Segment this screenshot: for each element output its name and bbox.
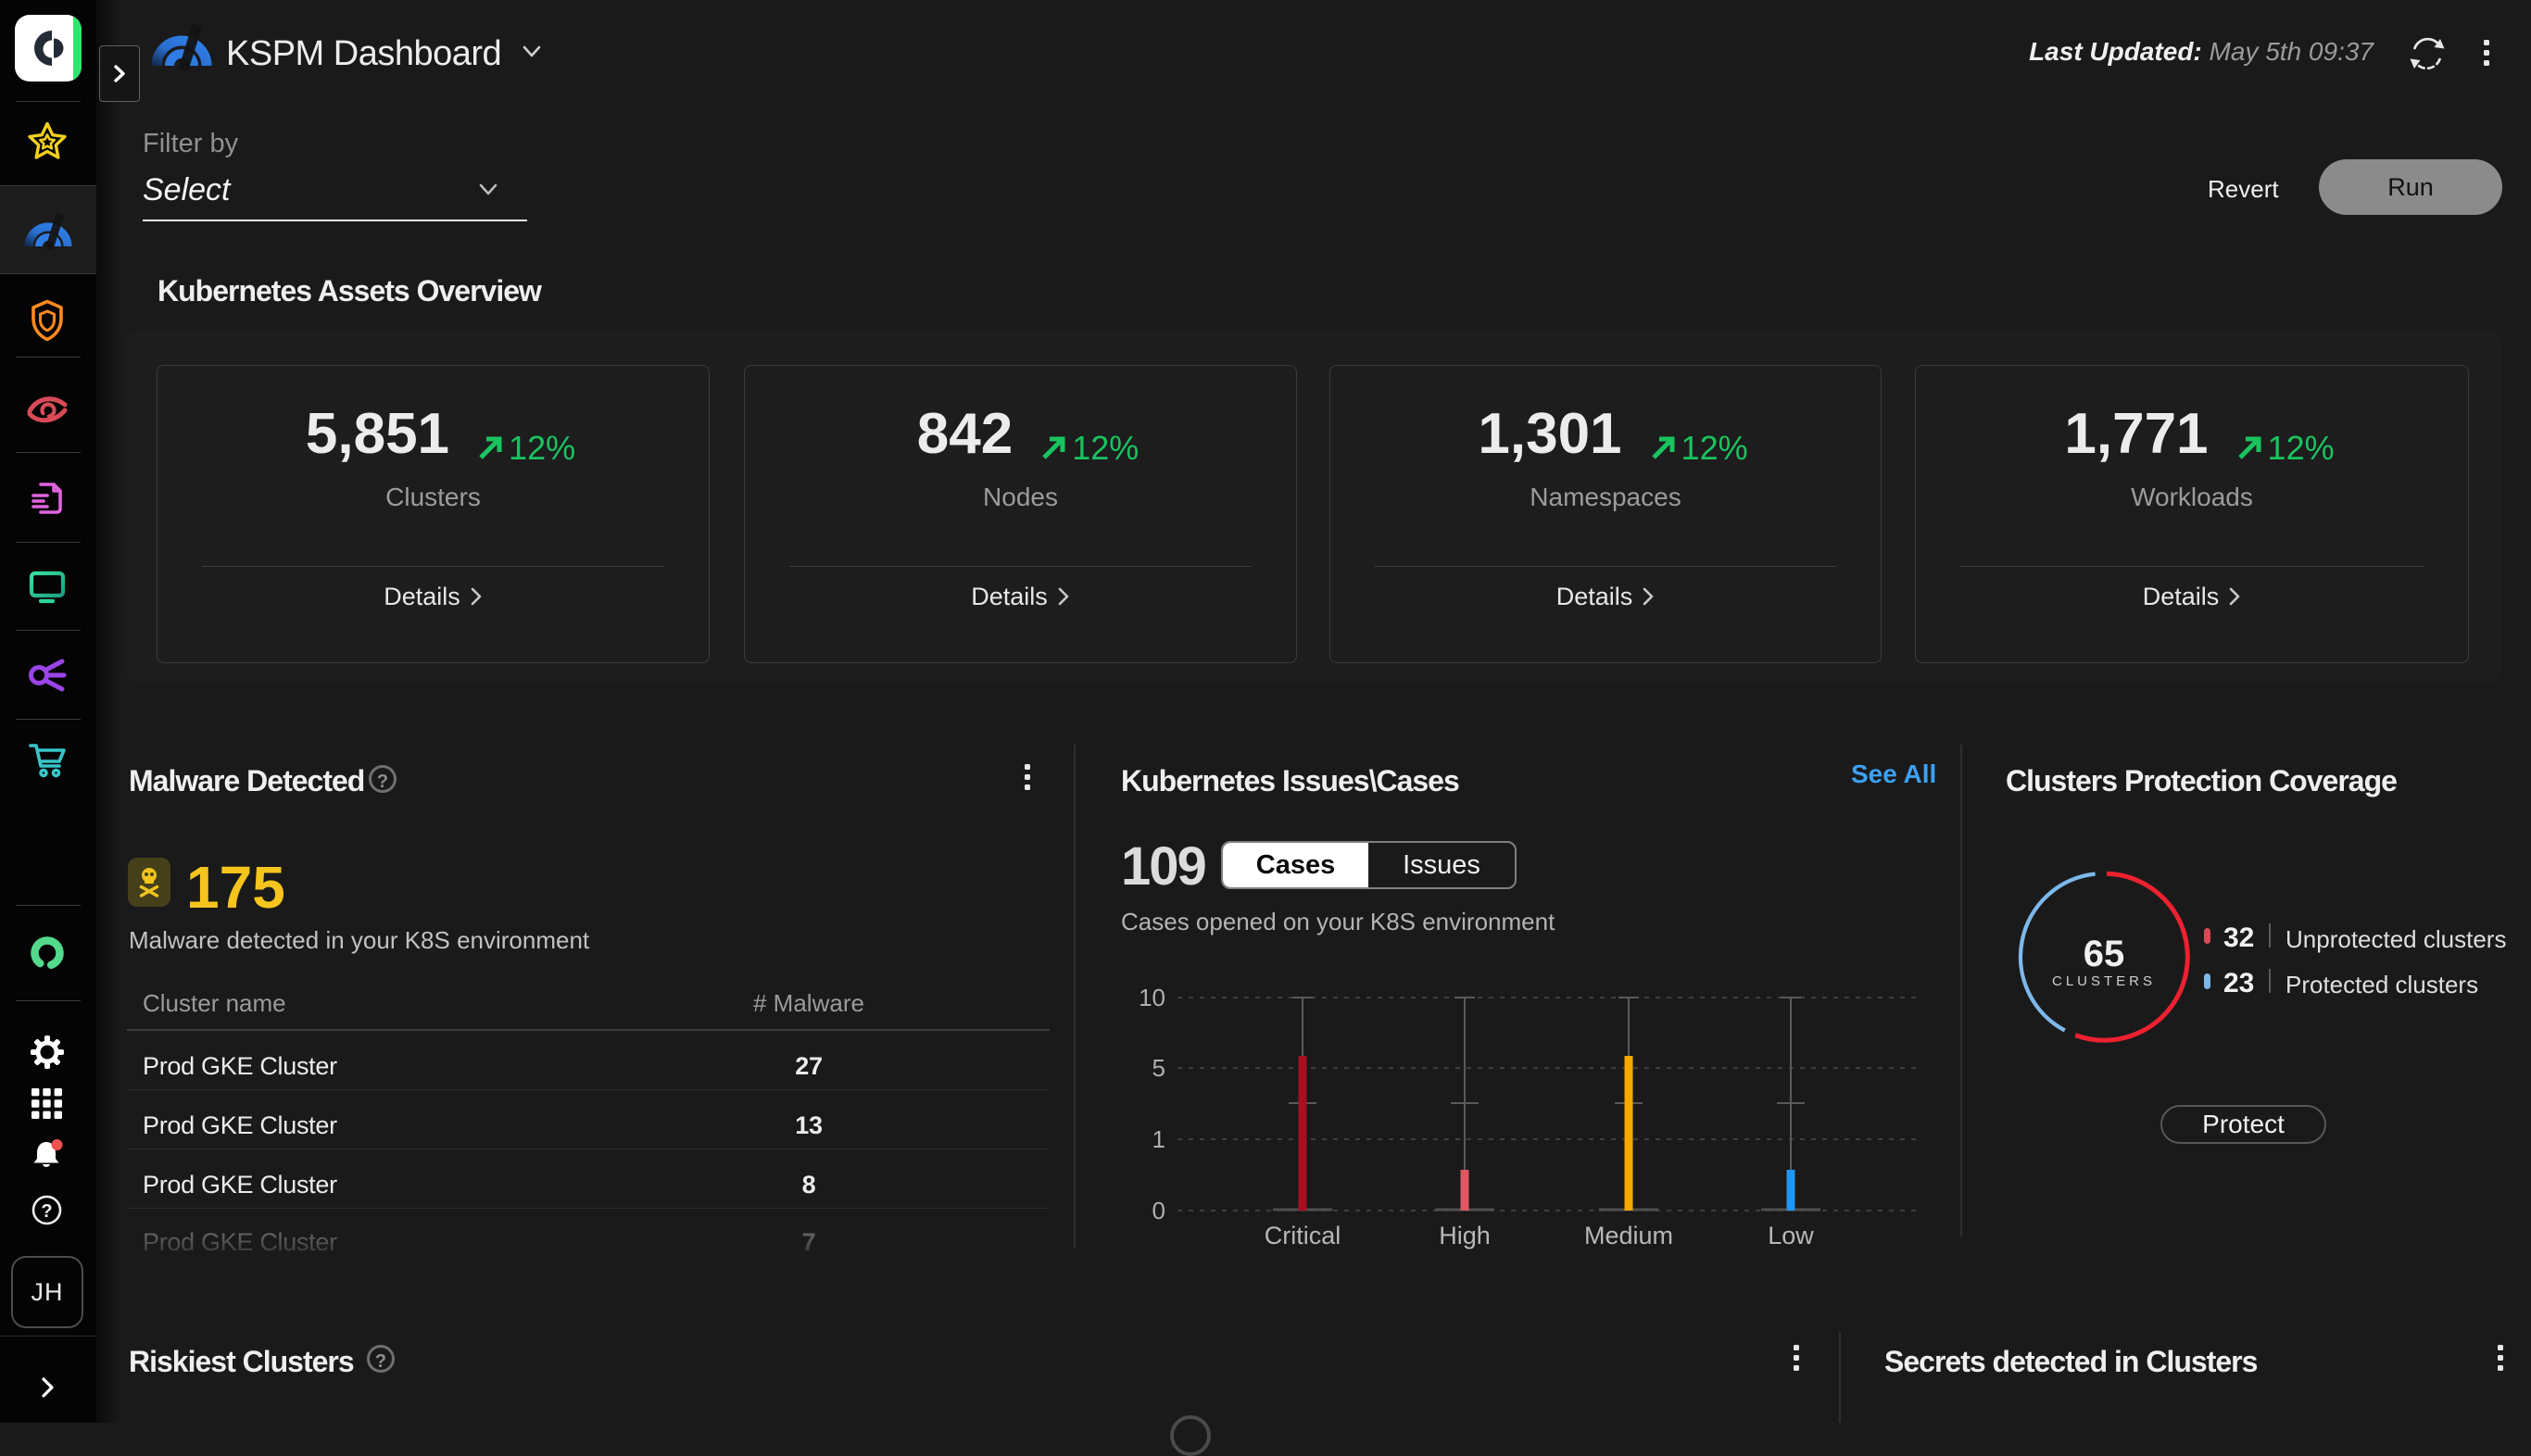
svg-text:Critical: Critical bbox=[1265, 1222, 1341, 1249]
svg-text:10: 10 bbox=[1139, 984, 1165, 1011]
svg-text:High: High bbox=[1439, 1222, 1491, 1249]
svg-text:Medium: Medium bbox=[1584, 1222, 1673, 1249]
svg-text:0: 0 bbox=[1152, 1197, 1165, 1224]
svg-text:1: 1 bbox=[1152, 1125, 1165, 1153]
svg-text:?: ? bbox=[41, 1201, 52, 1222]
svg-text:5: 5 bbox=[1152, 1054, 1165, 1082]
svg-text:Low: Low bbox=[1768, 1222, 1814, 1249]
